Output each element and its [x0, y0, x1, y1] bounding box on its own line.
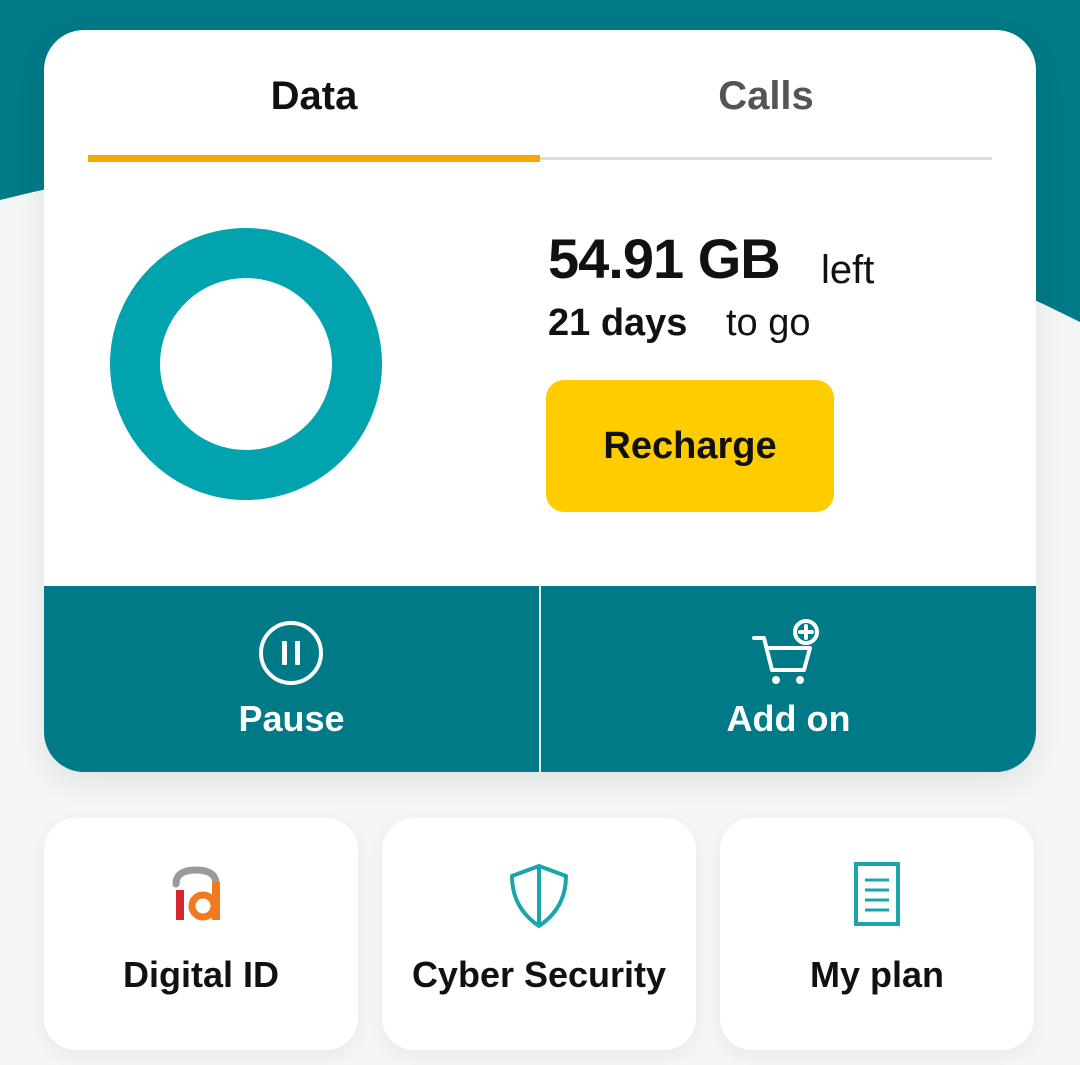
digital-id-label: Digital ID — [122, 954, 279, 995]
tab-calls[interactable]: Calls — [540, 30, 992, 162]
action-bar: Pause Add on — [44, 586, 1036, 772]
recharge-button[interactable]: Recharge — [546, 380, 834, 512]
usage-tabs: Data Calls — [88, 30, 992, 164]
add-on-button[interactable]: Add on — [541, 586, 1036, 772]
cart-add-icon — [752, 619, 819, 684]
pause-label: Pause — [238, 698, 345, 739]
data-remaining-amount: 54.91 GB — [548, 227, 781, 290]
usage-card: Data Calls 54.91 GB left 21 days to go R… — [44, 30, 1036, 772]
cyber-security-label: Cyber Security — [411, 954, 667, 995]
tab-active-indicator — [88, 155, 540, 162]
days-remaining: 21 days — [548, 302, 688, 344]
document-icon — [854, 862, 900, 926]
pause-button[interactable]: Pause — [44, 586, 539, 772]
tab-data[interactable]: Data — [88, 30, 540, 162]
cyber-security-tile[interactable]: Cyber Security — [382, 818, 696, 1050]
pause-circle-icon — [259, 621, 323, 685]
my-plan-label: My plan — [809, 954, 944, 995]
data-usage-donut — [110, 228, 382, 500]
data-remaining-suffix: left — [821, 248, 875, 292]
digital-id-tile[interactable]: Digital ID — [44, 818, 358, 1050]
digital-id-logo-icon — [172, 866, 220, 921]
add-on-label: Add on — [726, 698, 851, 739]
days-remaining-suffix: to go — [726, 302, 811, 344]
shield-icon — [510, 864, 568, 928]
my-plan-tile[interactable]: My plan — [720, 818, 1034, 1050]
